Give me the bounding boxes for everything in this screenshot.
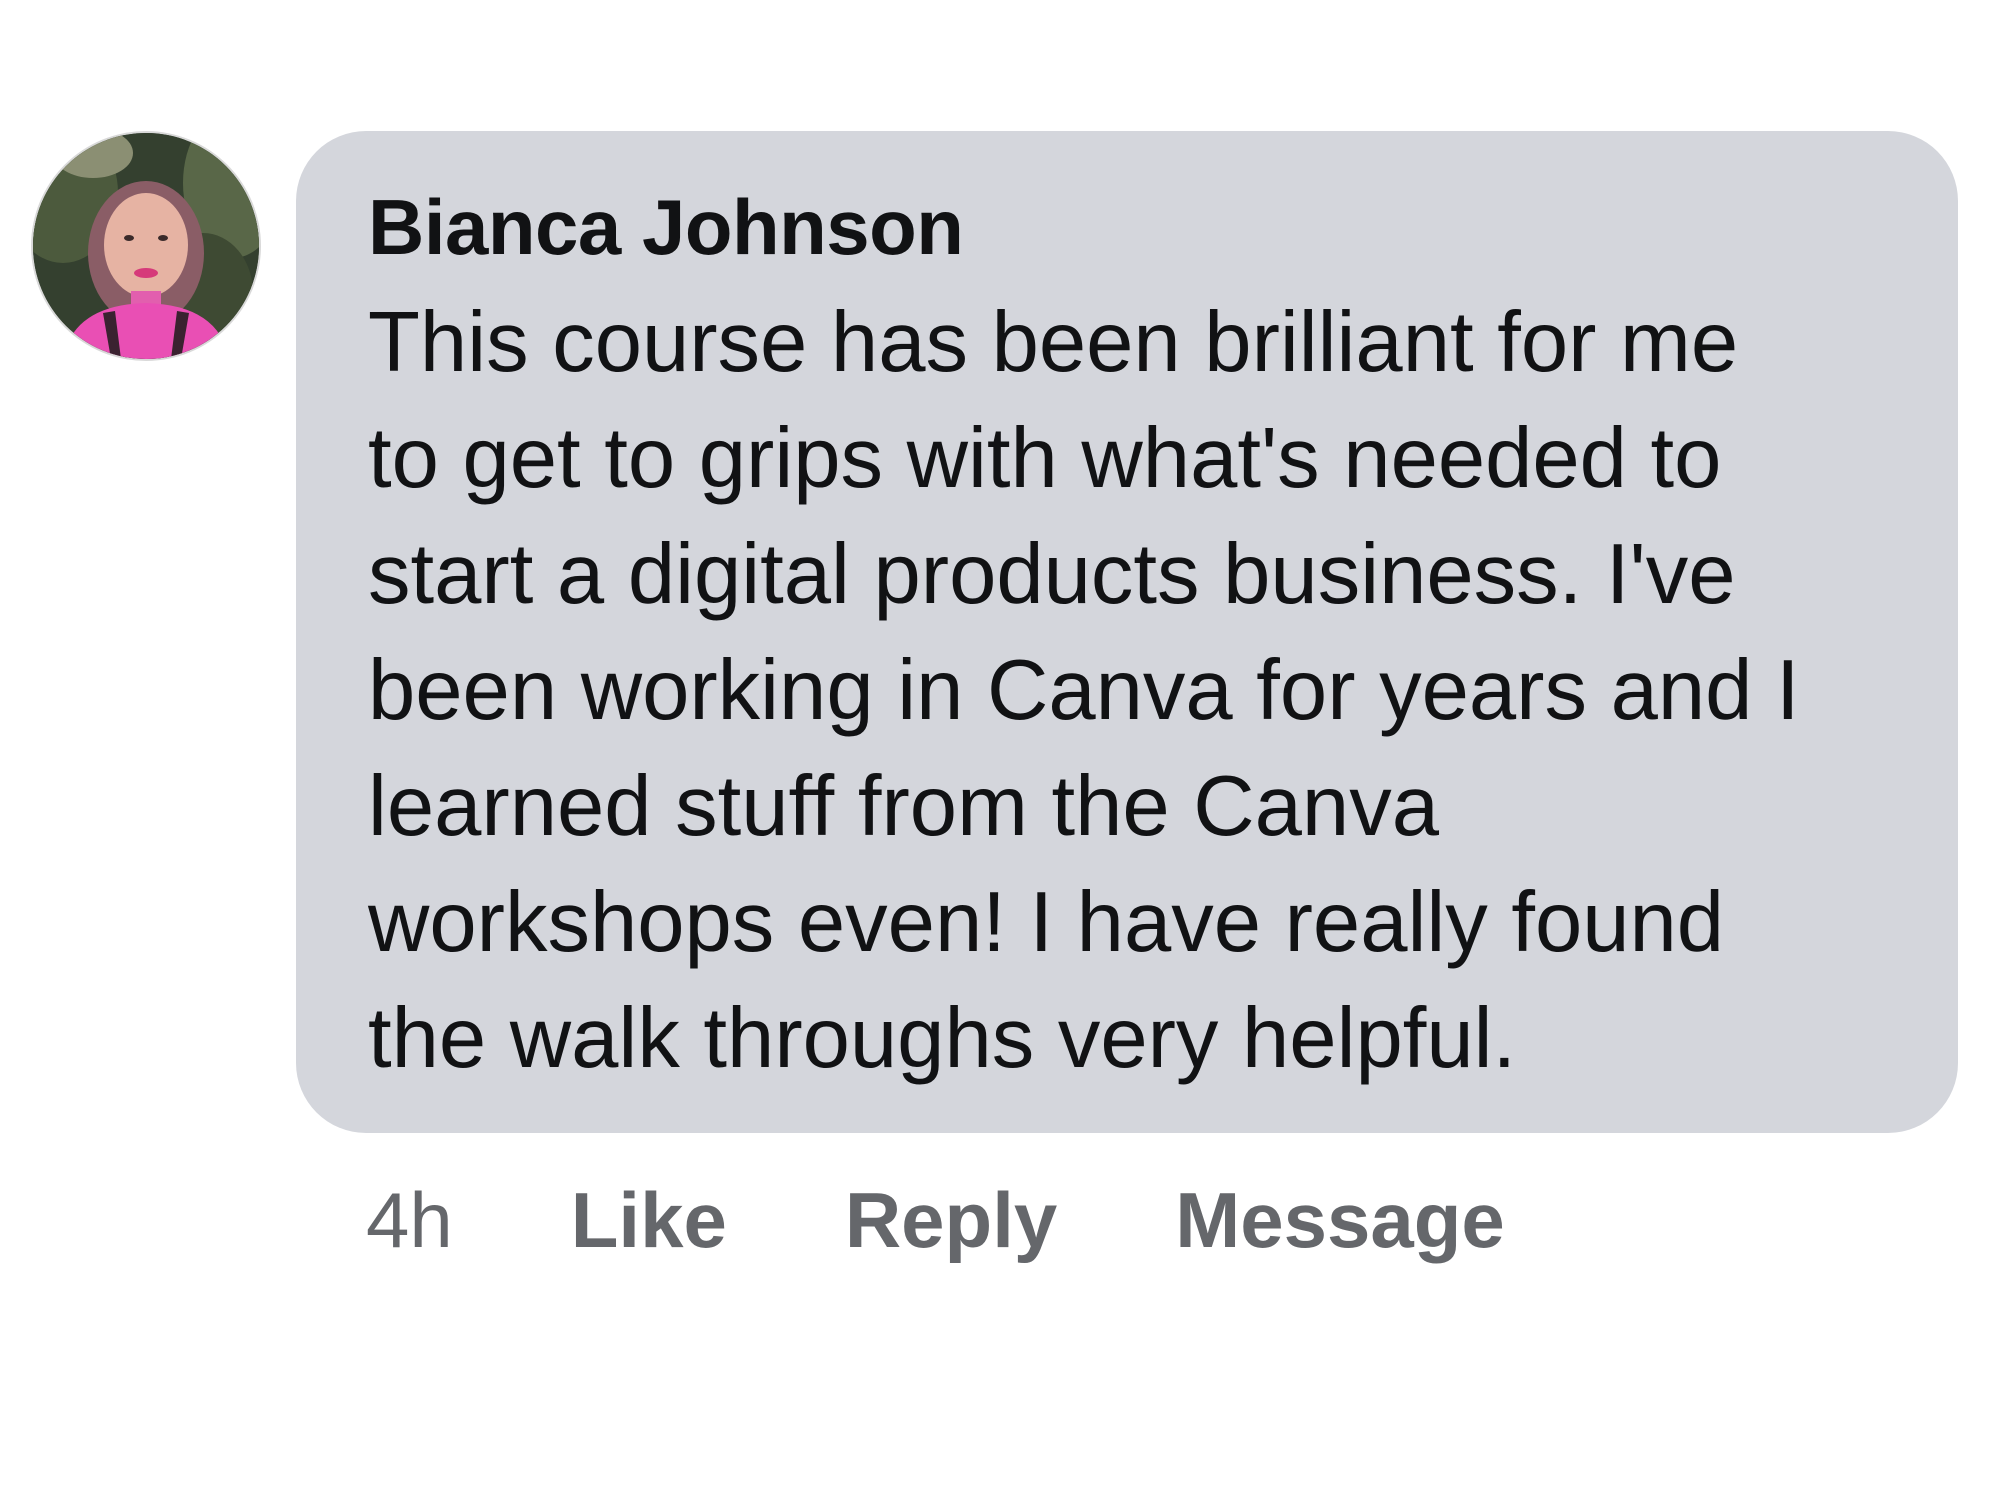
avatar-photo (33, 133, 259, 359)
comment-bubble: Bianca Johnson This course has been bril… (296, 131, 1958, 1133)
comment-body-line: learned stuff from the Canva (368, 759, 1439, 854)
comment-body-line: This course has been brilliant for me (368, 295, 1739, 390)
comment-author[interactable]: Bianca Johnson (368, 181, 1898, 273)
like-button[interactable]: Like (571, 1175, 727, 1266)
comment-body-line: to get to grips with what's needed to (368, 411, 1722, 506)
comment-body-line: been working in Canva for years and I (368, 643, 1800, 738)
comment-body-line: the walk throughs very helpful. (368, 991, 1517, 1086)
comment: Bianca Johnson This course has been bril… (0, 0, 2000, 1500)
comment-body: This course has been brilliant for me to… (368, 285, 1898, 1097)
avatar[interactable] (33, 133, 259, 359)
comment-body-line: start a digital products business. I've (368, 527, 1736, 622)
comment-actions: 4h Like Reply Message (366, 1170, 1505, 1270)
message-button[interactable]: Message (1175, 1175, 1505, 1266)
reply-button[interactable]: Reply (845, 1175, 1057, 1266)
comment-body-line: workshops even! I have really found (368, 875, 1725, 970)
comment-timestamp[interactable]: 4h (366, 1175, 453, 1266)
